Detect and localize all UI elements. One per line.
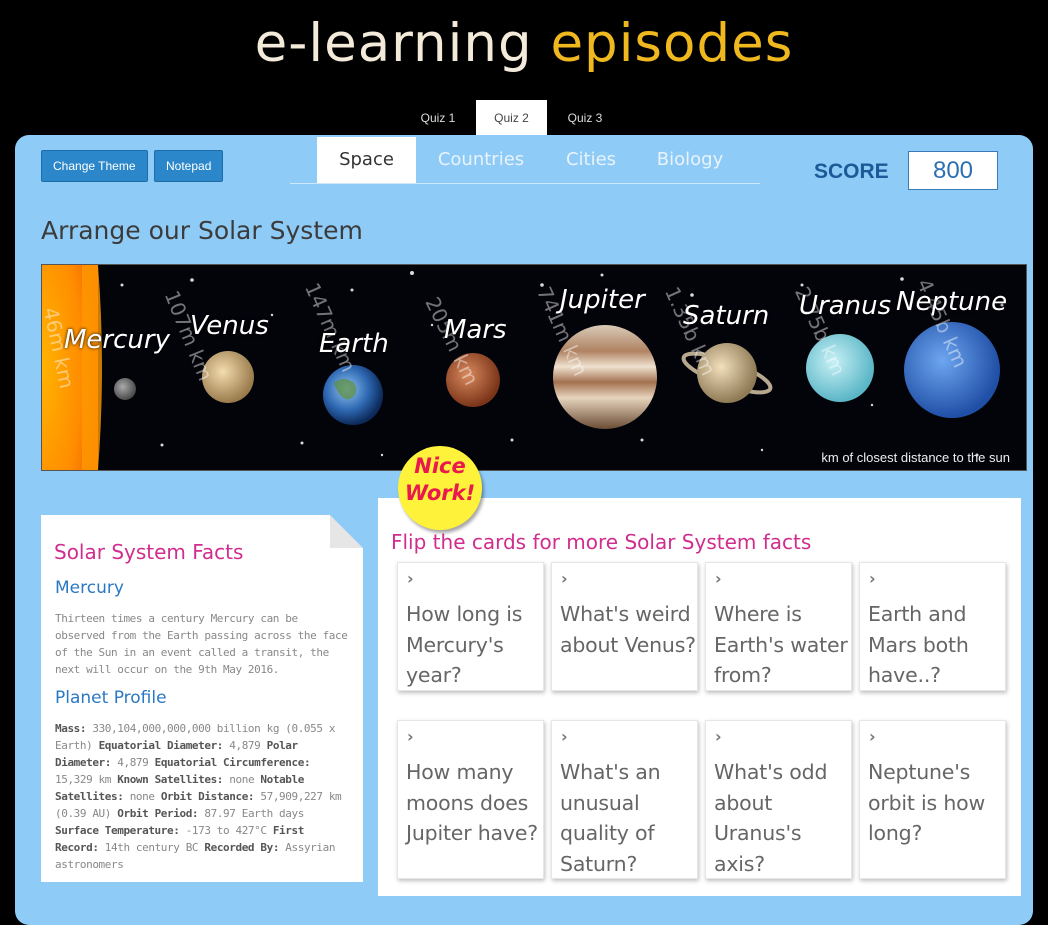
chevron-right-icon: › xyxy=(715,727,722,746)
card-question: What's odd about Uranus's axis? xyxy=(714,760,828,876)
chevron-right-icon: › xyxy=(715,569,722,588)
profile-label: Equatorial Diameter: xyxy=(98,739,224,752)
planet-label-neptune[interactable]: Neptune xyxy=(896,287,1007,317)
score-label: SCORE xyxy=(814,160,889,183)
card-question: Where is Earth's water from? xyxy=(714,602,848,687)
page-fold-corner xyxy=(330,515,363,548)
profile-value: 4,879 xyxy=(229,739,261,752)
chevron-right-icon: › xyxy=(407,569,414,588)
chevron-right-icon: › xyxy=(869,569,876,588)
tab-countries[interactable]: Countries xyxy=(422,137,540,183)
card-question: How many moons does Jupiter have? xyxy=(406,760,538,845)
flip-card[interactable]: › What's odd about Uranus's axis? xyxy=(705,720,852,879)
nice-work-badge: Nice Work! xyxy=(398,446,482,530)
card-question: How long is Mercury's year? xyxy=(406,602,523,687)
profile-label: Surface Temperature: xyxy=(55,824,180,837)
planet-label-venus[interactable]: Venus xyxy=(190,311,269,341)
planet-label-uranus[interactable]: Uranus xyxy=(799,291,891,321)
profile-label: Orbit Distance: xyxy=(160,790,255,803)
profile-label: Equatorial Circumference: xyxy=(154,756,311,769)
tab-quiz-1[interactable]: Quiz 1 xyxy=(400,100,476,136)
badge-line2: Work! xyxy=(404,481,476,505)
flip-card[interactable]: › Earth and Mars both have..? xyxy=(859,562,1006,691)
card-question: Neptune's orbit is how long? xyxy=(868,760,986,845)
tab-space[interactable]: Space xyxy=(317,137,416,183)
logo-part1: e-learning xyxy=(254,13,533,74)
tab-quiz-2[interactable]: Quiz 2 xyxy=(476,100,547,136)
badge-line1: Nice xyxy=(414,454,466,478)
logo-part2: episodes xyxy=(550,13,794,74)
category-tabs: Space Countries Cities Biology xyxy=(290,137,760,184)
flip-card[interactable]: › What's weird about Venus? xyxy=(551,562,698,691)
profile-label: Orbit Period: xyxy=(117,807,199,820)
planet-label-mercury[interactable]: Mercury xyxy=(64,325,170,355)
profile-value: 14th century BC xyxy=(104,841,199,854)
tab-biology[interactable]: Biology xyxy=(642,137,738,183)
profile-value: none xyxy=(229,773,255,786)
change-theme-button[interactable]: Change Theme xyxy=(41,150,148,182)
profile-label: Mass: xyxy=(55,722,87,735)
planet-profile-title: Planet Profile xyxy=(55,688,167,708)
profile-value: none xyxy=(129,790,155,803)
facts-subtitle: Mercury xyxy=(55,578,124,598)
planet-label-mars[interactable]: Mars xyxy=(444,315,507,345)
card-question: What's an unusual quality of Saturn? xyxy=(560,760,661,876)
facts-title: Solar System Facts xyxy=(54,540,244,564)
profile-label: Recorded By: xyxy=(204,841,280,854)
profile-label: Known Satellites: xyxy=(117,773,224,786)
planet-label-earth[interactable]: Earth xyxy=(319,329,389,359)
planet-label-saturn[interactable]: Saturn xyxy=(683,301,769,331)
notepad-button[interactable]: Notepad xyxy=(154,150,224,182)
planet-label-jupiter[interactable]: Jupiter xyxy=(560,285,645,315)
facts-text: Thirteen times a century Mercury can be … xyxy=(55,612,348,676)
tab-quiz-3[interactable]: Quiz 3 xyxy=(547,100,623,136)
profile-value: 15,329 km xyxy=(55,773,112,786)
planet-profile: Mass: 330,104,000,000,000 billion kg (0.… xyxy=(55,720,353,873)
chevron-right-icon: › xyxy=(561,727,568,746)
flip-card[interactable]: › Where is Earth's water from? xyxy=(705,562,852,691)
score-value: 800 xyxy=(908,151,998,190)
tab-cities[interactable]: Cities xyxy=(548,137,634,183)
solar-system-banner: 46m km 107m km 147m km 205m km 741m km 1… xyxy=(41,264,1027,471)
flip-card[interactable]: › Neptune's orbit is how long? xyxy=(859,720,1006,879)
profile-value: 87.97 Earth days xyxy=(204,807,304,820)
cards-title: Flip the cards for more Solar System fac… xyxy=(391,530,812,554)
chevron-right-icon: › xyxy=(561,569,568,588)
site-logo: e-learning episodes xyxy=(0,8,1048,88)
page-title: Arrange our Solar System xyxy=(41,216,363,245)
flip-card[interactable]: › What's an unusual quality of Saturn? xyxy=(551,720,698,879)
card-question: Earth and Mars both have..? xyxy=(868,602,969,687)
chevron-right-icon: › xyxy=(869,727,876,746)
flip-card[interactable]: › How many moons does Jupiter have? xyxy=(397,720,544,879)
card-question: What's weird about Venus? xyxy=(560,602,696,657)
banner-caption: km of closest distance to the sun xyxy=(821,450,1010,465)
profile-value: 4,879 xyxy=(117,756,149,769)
profile-value: -173 to 427°C xyxy=(185,824,267,837)
flip-card[interactable]: › How long is Mercury's year? xyxy=(397,562,544,691)
chevron-right-icon: › xyxy=(407,727,414,746)
